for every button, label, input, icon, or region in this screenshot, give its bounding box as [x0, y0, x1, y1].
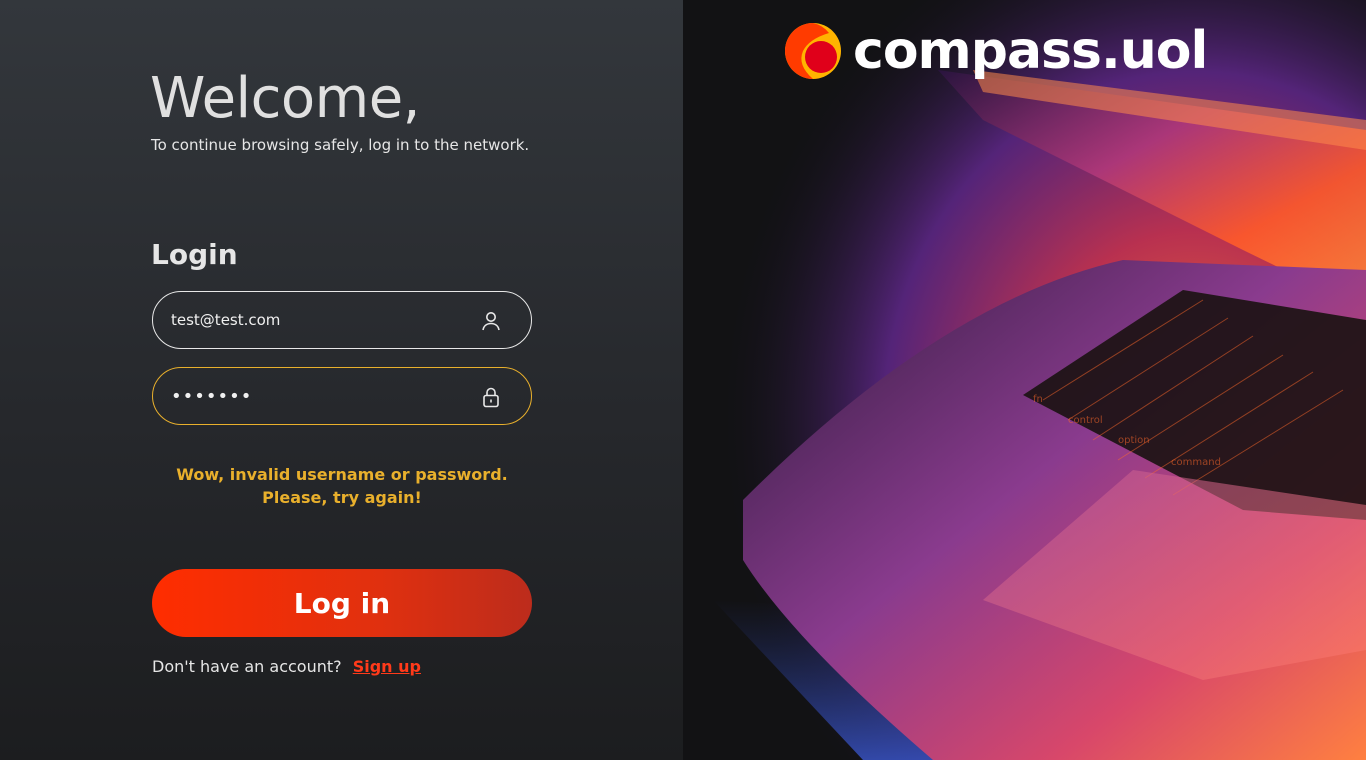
user-icon	[482, 312, 500, 331]
svg-text:option: option	[1118, 435, 1150, 446]
welcome-subtitle: To continue browsing safely, log in to t…	[151, 136, 530, 154]
welcome-title: Welcome,	[150, 66, 420, 131]
error-line-2: Please, try again!	[262, 488, 422, 507]
login-button[interactable]: Log in	[152, 569, 532, 637]
signup-row: Don't have an account? Sign up	[152, 657, 421, 676]
username-input[interactable]	[171, 292, 471, 348]
error-line-1: Wow, invalid username or password.	[176, 465, 508, 484]
login-heading: Login	[151, 238, 238, 271]
signup-prompt: Don't have an account?	[152, 657, 342, 676]
username-field[interactable]	[152, 291, 532, 349]
brand-name: compass.uol	[853, 21, 1208, 81]
error-message: Wow, invalid username or password. Pleas…	[152, 463, 532, 509]
svg-text:control: control	[1068, 415, 1103, 426]
login-panel: Welcome, To continue browsing safely, lo…	[0, 0, 683, 760]
hero-image-panel: fn control option command compass.uol	[683, 0, 1366, 760]
laptop-image: fn control option command	[683, 0, 1366, 760]
compass-logo-icon	[785, 23, 841, 79]
brand-logo: compass.uol	[783, 18, 1208, 84]
svg-text:command: command	[1171, 457, 1221, 468]
password-input[interactable]	[171, 368, 471, 424]
svg-text:fn: fn	[1033, 394, 1043, 405]
signup-link[interactable]: Sign up	[353, 657, 421, 676]
password-field[interactable]	[152, 367, 532, 425]
lock-icon	[483, 387, 499, 408]
